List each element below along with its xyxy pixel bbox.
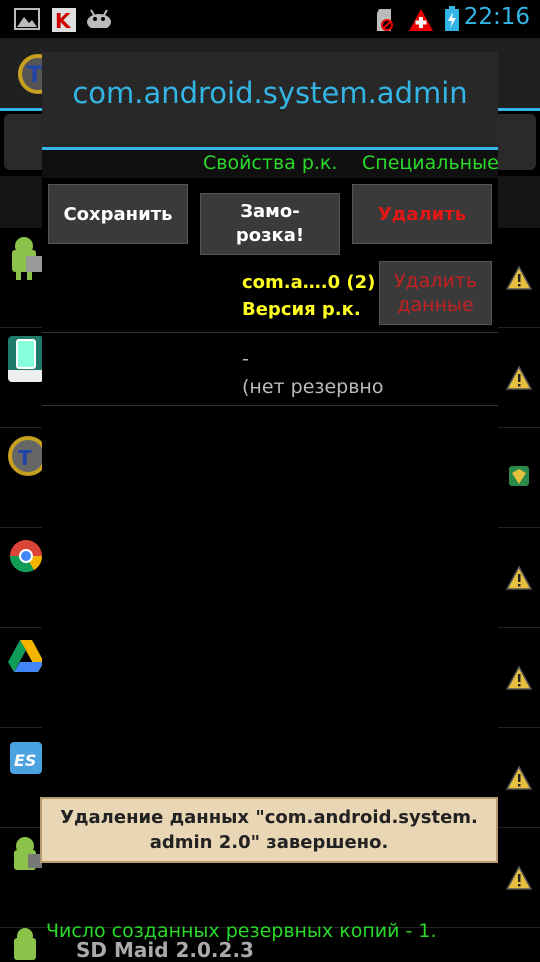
warning-icon (506, 666, 532, 690)
titanium-icon: T (8, 436, 44, 476)
warning-icon (506, 866, 532, 890)
swiss-flag-icon (409, 9, 433, 31)
warning-icon (506, 366, 532, 390)
tab-special[interactable]: Специальные (362, 152, 499, 174)
backup-count-message: Число созданных резервных копий - 1. (46, 920, 437, 942)
toast-text: Удаление данных "com.android.system. adm… (60, 807, 478, 853)
image-icon (14, 8, 40, 30)
backup-dash: - (242, 348, 249, 370)
clock: 22:16 (463, 4, 530, 30)
shield-icon (509, 466, 529, 486)
warning-icon (506, 566, 532, 590)
dialog-title: com.android.system.admin (72, 76, 468, 110)
android-icon (14, 837, 42, 870)
no-backup-text: (нет резервно (242, 376, 384, 398)
divider (42, 332, 498, 333)
dialog-tabs: Свойства р.к. Специальные (42, 150, 499, 178)
android-icon (87, 9, 111, 28)
chrome-icon (9, 540, 43, 573)
kaspersky-app-icon (8, 336, 44, 382)
divider (42, 405, 498, 406)
svg-text:K: K (55, 9, 72, 32)
save-button[interactable]: Сохранить (48, 184, 188, 244)
android-box-icon (12, 237, 42, 280)
delete-button[interactable]: Удалить (352, 184, 492, 244)
toast-message: Удаление данных "com.android.system. adm… (40, 797, 498, 863)
svg-text:ES: ES (14, 751, 36, 770)
tab-backup-properties[interactable]: Свойства р.к. (203, 152, 337, 174)
backup-name: com.a….0 (2) (242, 272, 376, 293)
kaspersky-icon: K (52, 8, 76, 32)
sd-card-icon (377, 9, 393, 31)
drive-icon (8, 640, 44, 672)
warning-icon (506, 766, 532, 790)
warning-icon (506, 266, 532, 290)
svg-text:T: T (27, 63, 42, 88)
svg-text:T: T (18, 446, 32, 470)
android-icon (14, 928, 36, 960)
freeze-button[interactable]: Замо- розка! (200, 193, 340, 255)
status-bar: K 22:16 (0, 0, 540, 38)
no-backup-info: - (нет резервно (242, 345, 383, 401)
dialog-header: com.android.system.admin (42, 52, 498, 147)
es-explorer-icon: ES (10, 742, 42, 774)
backup-info: com.a….0 (2) Версия р.к. (242, 269, 375, 323)
delete-data-button[interactable]: Удалить данные (379, 261, 492, 325)
backup-properties-dialog: com.android.system.admin Свойства р.к. С… (42, 52, 499, 792)
backup-version-label: Версия р.к. (242, 299, 361, 320)
battery-icon (445, 6, 459, 31)
